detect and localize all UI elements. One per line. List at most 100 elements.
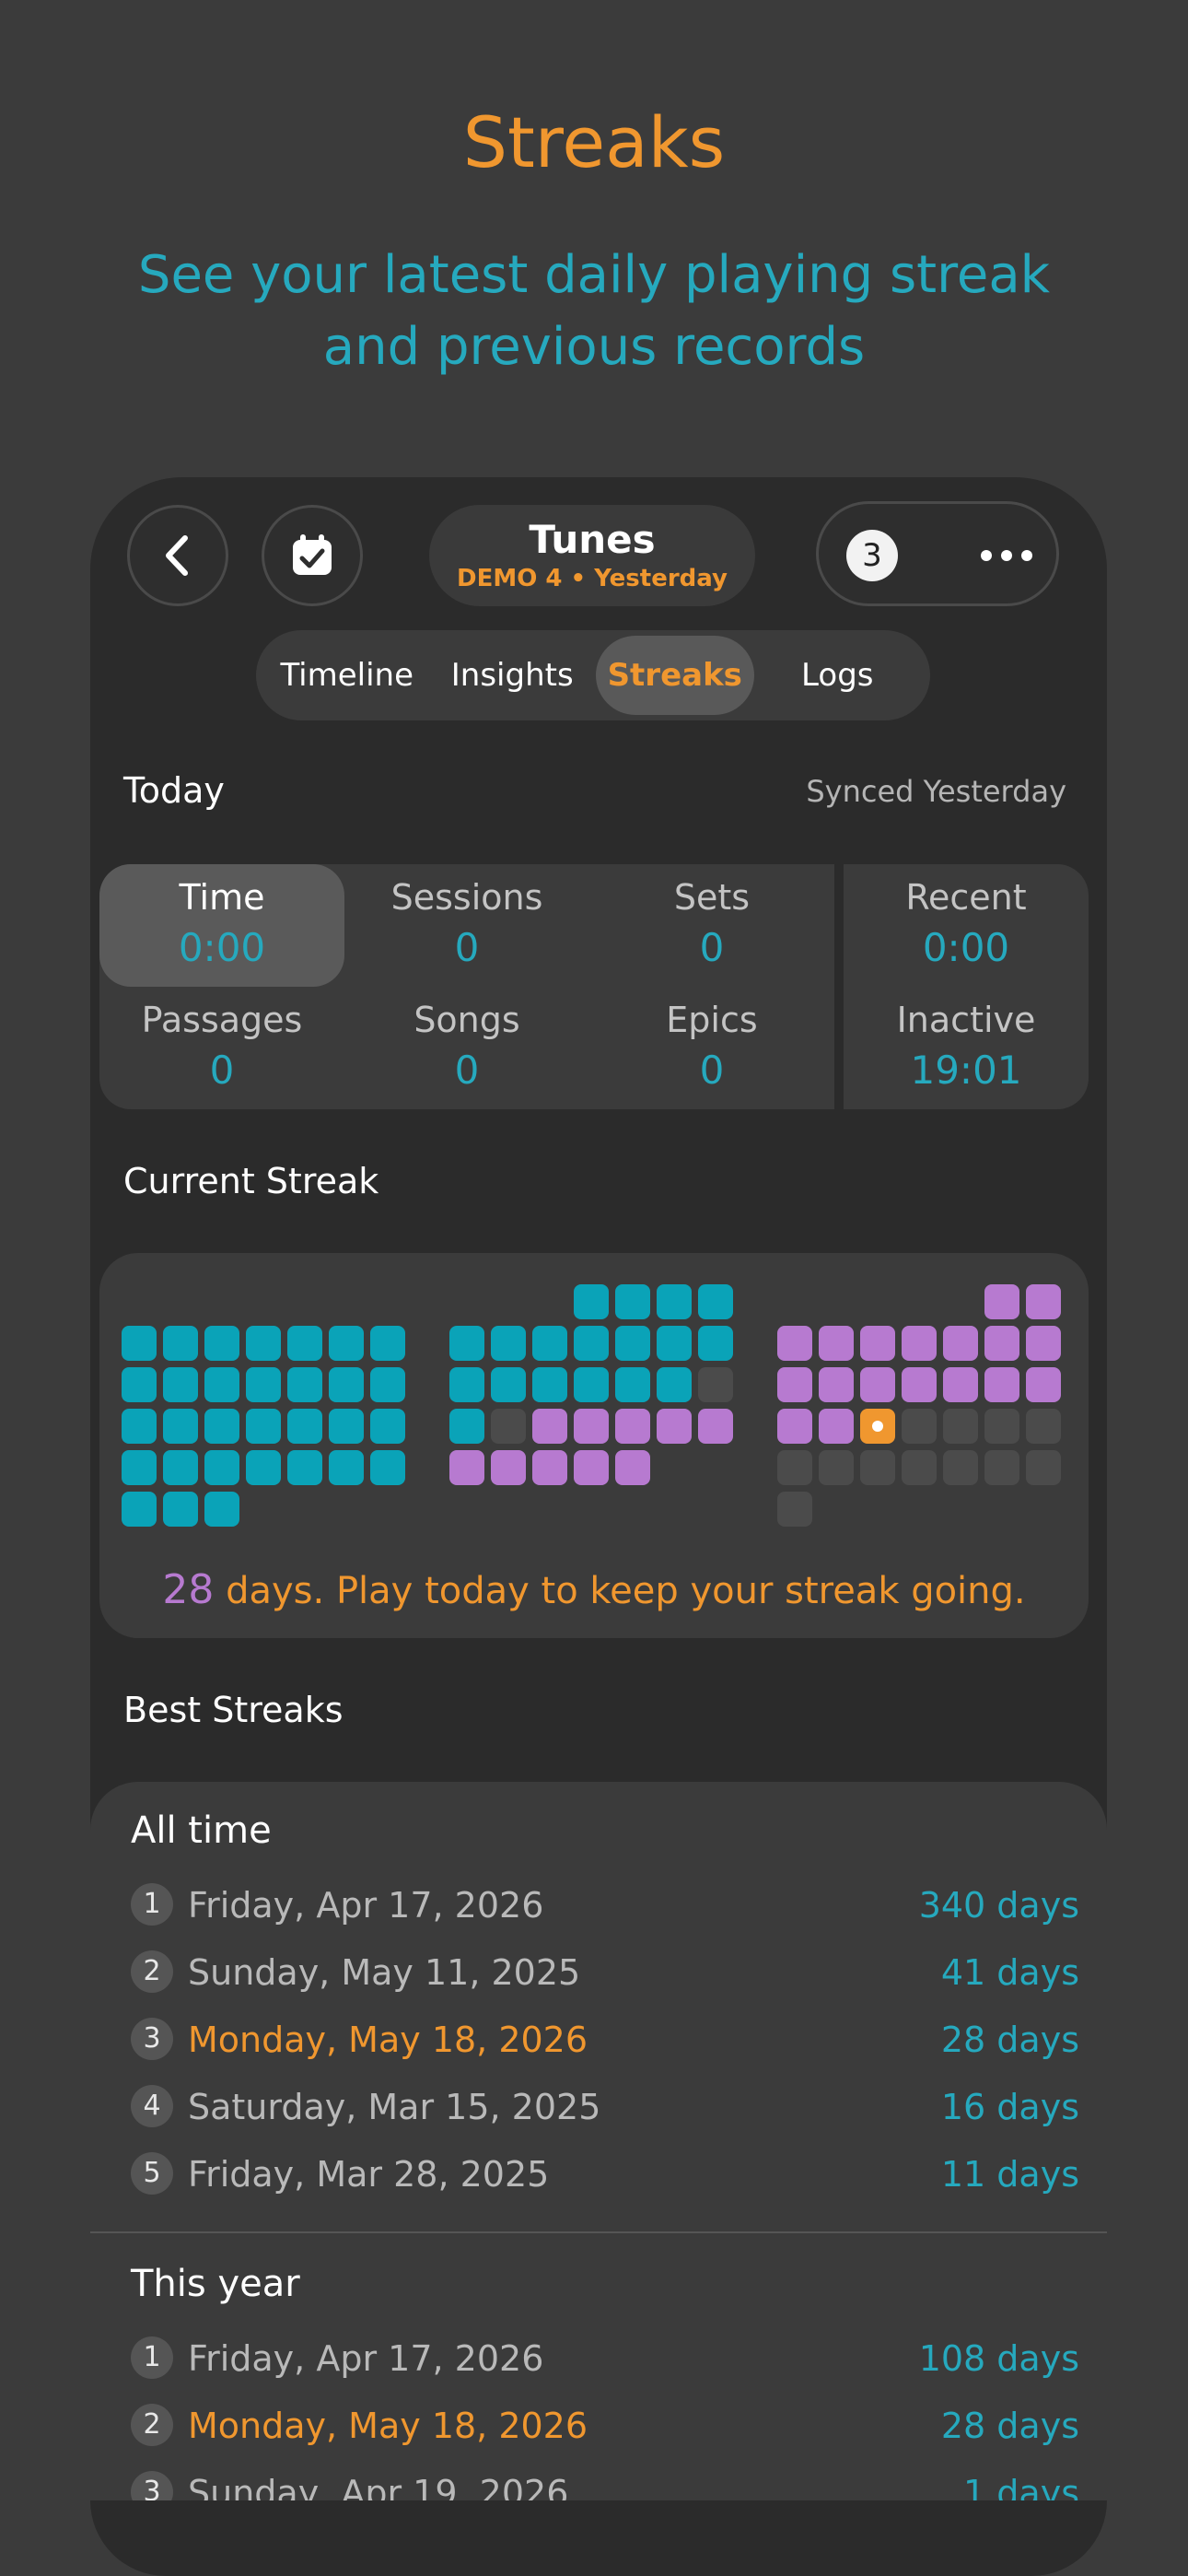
streak-day-cell <box>532 1450 567 1485</box>
streak-day-cell <box>943 1367 978 1402</box>
streak-length: 108 days <box>918 2338 1079 2379</box>
streak-date: Saturday, Mar 15, 2025 <box>188 2087 601 2127</box>
streak-day-cell <box>163 1409 198 1444</box>
streak-day-cell <box>1026 1326 1061 1361</box>
streak-day-cell <box>615 1450 650 1485</box>
stat-value: 19:01 <box>910 1048 1022 1093</box>
list-item[interactable]: 3 Monday, May 18, 2026 28 days <box>131 2014 1079 2066</box>
streak-day-cell <box>122 1492 157 1527</box>
streak-day-cell <box>370 1409 405 1444</box>
stat-sets[interactable]: Sets 0 <box>589 873 834 975</box>
list-item[interactable]: 1 Friday, Apr 17, 2026 340 days <box>131 1879 1079 1931</box>
streak-length: 28 days <box>940 2020 1079 2060</box>
streak-day-cell <box>491 1367 526 1402</box>
best-streaks-card: All time 1 Friday, Apr 17, 2026 340 days… <box>90 1782 1107 2576</box>
stat-inactive[interactable]: Inactive 19:01 <box>844 996 1089 1097</box>
streak-day-cell <box>329 1367 364 1402</box>
back-button[interactable] <box>127 505 228 606</box>
streak-day-cell <box>574 1367 609 1402</box>
stat-sessions[interactable]: Sessions 0 <box>344 873 589 975</box>
streak-day-cell <box>287 1450 322 1485</box>
streak-day-cell <box>777 1409 812 1444</box>
streak-day-cell <box>698 1367 733 1402</box>
streak-day-cell <box>574 1326 609 1361</box>
stat-label: Songs <box>413 1000 520 1040</box>
tab-logs[interactable]: Logs <box>754 636 921 715</box>
today-heading: Today <box>123 770 225 811</box>
streak-day-cell <box>491 1326 526 1361</box>
tab-insights[interactable]: Insights <box>429 636 596 715</box>
tab-bar: Timeline Insights Streaks Logs <box>256 630 930 720</box>
streak-date: Monday, May 18, 2026 <box>188 2020 588 2060</box>
streak-date: Monday, May 18, 2026 <box>188 2406 588 2446</box>
chevron-left-icon <box>166 535 188 576</box>
streak-day-cell <box>615 1326 650 1361</box>
streak-day-cell <box>532 1409 567 1444</box>
streak-day-cell <box>449 1367 484 1402</box>
all-time-title: All time <box>131 1809 272 1852</box>
stat-label: Recent <box>905 877 1027 918</box>
notification-badge[interactable]: 3 <box>846 530 898 581</box>
streak-day-cell <box>777 1492 812 1527</box>
stat-recent[interactable]: Recent 0:00 <box>844 873 1089 975</box>
list-item[interactable]: 5 Friday, Mar 28, 2025 11 days <box>131 2149 1079 2200</box>
rank-badge: 5 <box>131 2152 173 2195</box>
streak-day-cell <box>574 1450 609 1485</box>
streak-day-cell <box>984 1326 1019 1361</box>
streak-day-cell <box>657 1367 692 1402</box>
tab-streaks[interactable]: Streaks <box>595 636 754 715</box>
rank-badge: 1 <box>131 1883 173 1926</box>
list-item[interactable]: 2 Sunday, May 11, 2025 41 days <box>131 1947 1079 1998</box>
streak-day-cell <box>204 1326 239 1361</box>
streak-day-cell <box>532 1326 567 1361</box>
list-item[interactable]: 2 Monday, May 18, 2026 28 days <box>131 2400 1079 2452</box>
streak-day-cell <box>329 1409 364 1444</box>
streak-day-cell <box>615 1409 650 1444</box>
streak-day-cell <box>777 1450 812 1485</box>
streak-day-cell <box>698 1284 733 1319</box>
stat-epics[interactable]: Epics 0 <box>589 996 834 1097</box>
app-title-pill[interactable]: Tunes DEMO 4 • Yesterday <box>429 505 755 606</box>
streak-days-count: 28 <box>162 1566 215 1613</box>
streak-day-cell <box>287 1326 322 1361</box>
streak-day-cell <box>246 1409 281 1444</box>
menu-pill[interactable]: 3 <box>816 501 1059 606</box>
app-title: Tunes <box>529 517 656 562</box>
streak-date: Friday, Mar 28, 2025 <box>188 2154 550 2195</box>
streak-day-cell <box>657 1284 692 1319</box>
list-item[interactable]: 1 Friday, Apr 17, 2026 108 days <box>131 2333 1079 2384</box>
streak-day-cell <box>943 1326 978 1361</box>
stat-value: 0 <box>699 925 725 970</box>
calendar-button[interactable] <box>262 505 363 606</box>
stat-passages[interactable]: Passages 0 <box>99 996 344 1097</box>
streak-length: 28 days <box>940 2406 1079 2446</box>
rank-badge: 3 <box>131 2018 173 2060</box>
streak-day-cell <box>204 1492 239 1527</box>
stat-songs[interactable]: Songs 0 <box>344 996 589 1097</box>
streak-day-cell <box>122 1326 157 1361</box>
streak-length: 11 days <box>940 2154 1079 2195</box>
stat-label: Inactive <box>896 1000 1036 1040</box>
streak-day-cell <box>574 1409 609 1444</box>
streak-day-cell <box>819 1326 854 1361</box>
streak-day-cell <box>370 1450 405 1485</box>
streak-length: 340 days <box>918 1885 1079 1926</box>
streak-day-cell <box>860 1450 895 1485</box>
ellipsis-icon[interactable] <box>981 550 1032 561</box>
streak-day-cell <box>657 1409 692 1444</box>
streak-day-cell <box>163 1492 198 1527</box>
streak-day-cell <box>1026 1450 1061 1485</box>
streak-length: 16 days <box>940 2087 1079 2127</box>
streak-day-cell <box>698 1409 733 1444</box>
sync-status: Synced Yesterday <box>806 774 1066 809</box>
streak-day-cell <box>819 1450 854 1485</box>
streak-date: Sunday, May 11, 2025 <box>188 1952 581 1993</box>
streak-day-cell <box>777 1367 812 1402</box>
tab-timeline[interactable]: Timeline <box>265 636 429 715</box>
streak-day-cell <box>984 1367 1019 1402</box>
rank-badge: 2 <box>131 1950 173 1993</box>
streak-day-cell <box>943 1409 978 1444</box>
streak-day-cell <box>204 1450 239 1485</box>
stat-time[interactable]: Time 0:00 <box>99 873 344 975</box>
list-item[interactable]: 4 Saturday, Mar 15, 2025 16 days <box>131 2081 1079 2133</box>
